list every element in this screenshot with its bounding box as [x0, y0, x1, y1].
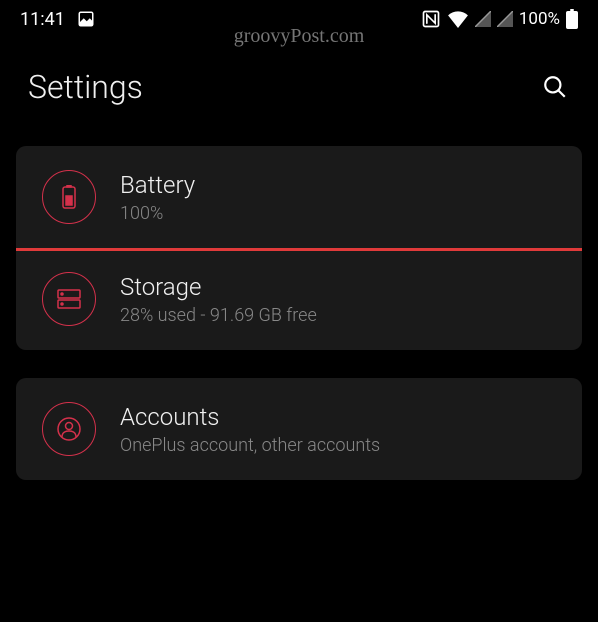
item-text: Accounts OnePlus account, other accounts: [120, 403, 380, 456]
item-title: Battery: [120, 171, 195, 199]
status-left: 11:41: [20, 9, 95, 30]
item-title: Accounts: [120, 403, 380, 431]
status-right: 100%: [421, 9, 578, 29]
image-icon: [77, 10, 95, 28]
settings-header: Settings: [0, 38, 598, 130]
search-button[interactable]: [540, 72, 570, 102]
settings-item-battery[interactable]: Battery 100%: [16, 146, 582, 251]
item-subtitle: OnePlus account, other accounts: [120, 435, 380, 456]
battery-circle-icon: [42, 170, 96, 224]
settings-group-1: Battery 100% Storage 28% used - 91.69 GB…: [16, 146, 582, 350]
status-time: 11:41: [20, 9, 65, 30]
item-subtitle: 100%: [120, 203, 195, 224]
wifi-icon: [447, 10, 469, 28]
settings-item-accounts[interactable]: Accounts OnePlus account, other accounts: [16, 378, 582, 480]
settings-item-storage[interactable]: Storage 28% used - 91.69 GB free: [16, 248, 582, 350]
storage-circle-icon: [42, 272, 96, 326]
battery-icon: [566, 9, 578, 29]
battery-percent: 100%: [519, 9, 560, 29]
item-text: Battery 100%: [120, 171, 195, 224]
status-bar: 11:41: [0, 0, 598, 38]
signal-icon-2: [497, 11, 513, 27]
accounts-circle-icon: [42, 402, 96, 456]
page-title: Settings: [28, 68, 143, 106]
item-title: Storage: [120, 273, 317, 301]
nfc-icon: [421, 9, 441, 29]
signal-icon-1: [475, 11, 491, 27]
item-subtitle: 28% used - 91.69 GB free: [120, 305, 317, 326]
item-text: Storage 28% used - 91.69 GB free: [120, 273, 317, 326]
settings-group-2: Accounts OnePlus account, other accounts: [16, 378, 582, 480]
